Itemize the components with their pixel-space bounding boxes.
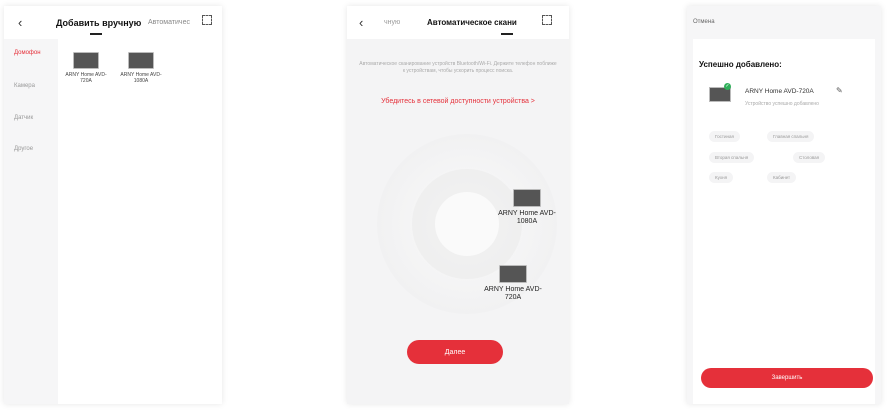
scan-area: Автоматическое сканирование устройств Bl… [347, 39, 569, 404]
check-icon: ✓ [724, 83, 731, 90]
scan-hint: Автоматическое сканирование устройств Bl… [359, 61, 557, 74]
intercom-monitor-icon [73, 52, 99, 69]
device-label: ARNY Home AVD-720A [484, 286, 542, 301]
scan-icon[interactable] [202, 15, 212, 25]
top-bar: Отмена [687, 6, 881, 39]
screen-manual-add: ‹ Добавить вручную Автоматичес Домофон К… [4, 6, 222, 404]
tab-indicator [90, 33, 102, 35]
screen-auto-scan: ‹ чную Автоматическое скани Автоматическ… [347, 6, 569, 404]
header: ‹ чную Автоматическое скани [347, 6, 569, 39]
radar-ring-inner [435, 192, 499, 256]
device-name: ARNY Home AVD-720A [745, 88, 814, 95]
sidebar-item-camera[interactable]: Камера [14, 83, 35, 89]
finish-button[interactable]: Завершить [701, 368, 873, 388]
device-label: ARNY Home AVD-1080A [120, 72, 162, 84]
tab-manual[interactable]: Добавить вручную [56, 18, 141, 28]
device-grid: ARNY Home AVD-720A ARNY Home AVD-1080A [58, 39, 222, 404]
success-title: Успешно добавлено: [699, 60, 782, 69]
network-warning-link[interactable]: Убедитесь в сетевой доступности устройст… [359, 98, 557, 105]
found-device[interactable]: ARNY Home AVD-1080A [497, 189, 557, 226]
device-tile[interactable]: ARNY Home AVD-1080A [119, 52, 163, 84]
pencil-icon[interactable]: ✎ [836, 86, 843, 95]
sidebar-item-sensor[interactable]: Датчик [14, 115, 33, 121]
found-device[interactable]: ARNY Home AVD-720A [483, 265, 543, 302]
back-button[interactable]: ‹ [18, 15, 22, 30]
scan-icon[interactable] [542, 15, 552, 25]
tab-manual[interactable]: чную [384, 19, 400, 26]
room-chip[interactable]: Кухня [709, 172, 734, 183]
tab-indicator [501, 33, 513, 35]
intercom-monitor-icon [513, 189, 541, 207]
tab-auto[interactable]: Автоматическое скани [427, 18, 534, 27]
intercom-monitor-icon [499, 265, 527, 283]
device-status: Устройство успешно добавлено [745, 101, 819, 107]
header: ‹ Добавить вручную Автоматичес [4, 6, 222, 39]
cancel-button[interactable]: Отмена [693, 19, 715, 25]
screen-added-success: Отмена Успешно добавлено: ✓ ARNY Home AV… [687, 6, 881, 404]
intercom-monitor-icon [128, 52, 154, 69]
sidebar-item-intercom[interactable]: Домофон [14, 50, 41, 56]
device-label: ARNY Home AVD-720A [65, 72, 107, 84]
room-chip[interactable]: Столовая [793, 152, 826, 163]
next-button[interactable]: Далее [407, 340, 503, 364]
device-label: ARNY Home AVD-1080A [498, 210, 556, 225]
room-chip[interactable]: Гостиная [709, 131, 740, 142]
success-card: Успешно добавлено: ✓ ARNY Home AVD-720A … [693, 39, 875, 404]
device-tile[interactable]: ARNY Home AVD-720A [64, 52, 108, 84]
tab-auto[interactable]: Автоматичес [148, 19, 190, 26]
room-chip[interactable]: Главная спальня [767, 131, 815, 142]
room-chip[interactable]: Кабинет [767, 172, 797, 183]
category-sidebar: Домофон Камера Датчик Другое [4, 39, 58, 404]
sidebar-item-other[interactable]: Другое [14, 146, 33, 152]
back-button[interactable]: ‹ [359, 15, 363, 30]
room-chip[interactable]: Вторая спальня [709, 152, 755, 163]
